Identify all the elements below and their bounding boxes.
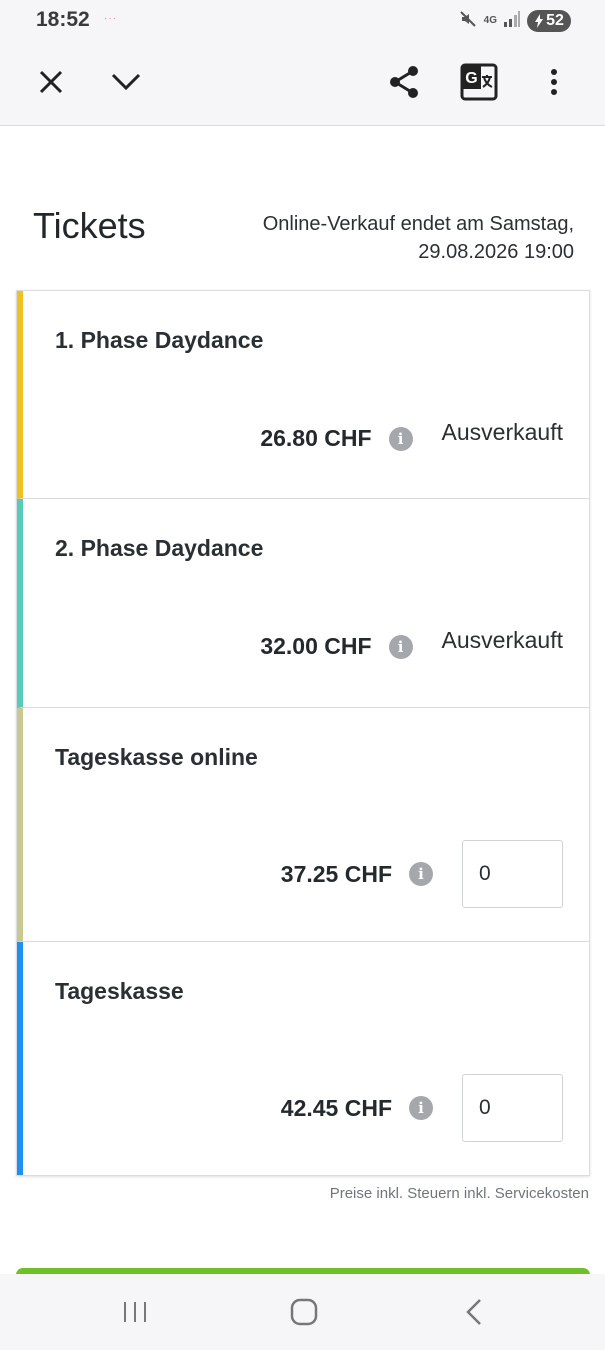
status-time: 18:52: [36, 8, 90, 31]
collapse-button[interactable]: [102, 58, 150, 106]
notification-icon: ···: [104, 13, 117, 24]
ticket-item: 2. Phase Daydance 32.00 CHF i Ausverkauf…: [17, 499, 589, 708]
info-icon[interactable]: i: [409, 1096, 433, 1120]
status-bar: 18:52 ··· 4G 52: [0, 0, 605, 40]
close-button[interactable]: [27, 58, 75, 106]
ticket-name: Tageskasse: [55, 978, 184, 1004]
quantity-input[interactable]: [462, 1074, 563, 1142]
ticket-price-row: 32.00 CHF i Ausverkauft: [260, 627, 563, 660]
ticket-price: 32.00 CHF: [260, 633, 372, 659]
ticket-list: 1. Phase Daydance 26.80 CHF i Ausverkauf…: [16, 290, 590, 1176]
page-title: Tickets: [33, 205, 146, 246]
share-button[interactable]: [380, 58, 428, 106]
mute-icon: [458, 9, 478, 34]
ticket-price: 42.45 CHF: [280, 1094, 392, 1121]
back-button[interactable]: [444, 1288, 504, 1336]
ticket-price-row: 26.80 CHF i Ausverkauft: [260, 419, 563, 452]
home-button[interactable]: [274, 1288, 334, 1336]
more-options-button[interactable]: [530, 58, 578, 106]
sold-out-label: Ausverkauft: [441, 627, 563, 653]
recent-apps-icon: [124, 1302, 146, 1322]
ticket-name: Tageskasse online: [55, 744, 258, 770]
svg-text:G: G: [465, 70, 477, 87]
sale-end-line2: 29.08.2026 19:00: [418, 241, 574, 263]
info-icon[interactable]: i: [409, 862, 433, 886]
ticket-price-row: 42.45 CHF i: [281, 1074, 563, 1142]
close-icon: [39, 70, 63, 94]
ticket-item: Tageskasse online 37.25 CHF i: [17, 708, 589, 942]
ticket-name: 2. Phase Daydance: [55, 535, 264, 561]
ticket-price-row: 37.25 CHF i: [281, 840, 563, 908]
more-vert-icon: [551, 69, 557, 95]
signal-icon: [503, 10, 521, 33]
share-icon: [390, 66, 418, 98]
home-icon: [290, 1298, 318, 1326]
translate-icon: G: [460, 63, 498, 101]
ticket-name: 1. Phase Daydance: [55, 327, 264, 353]
ticket-item: Tageskasse 42.45 CHF i: [17, 942, 589, 1175]
battery-indicator: 52: [527, 10, 571, 32]
sold-out-label: Ausverkauft: [441, 419, 563, 445]
chevron-down-icon: [111, 73, 141, 91]
ticket-price: 37.25 CHF: [280, 860, 392, 887]
back-icon: [466, 1299, 481, 1325]
charging-icon: [535, 14, 544, 28]
info-icon[interactable]: i: [388, 426, 413, 451]
translate-button[interactable]: G: [455, 58, 503, 106]
ticket-item: 1. Phase Daydance 26.80 CHF i Ausverkauf…: [17, 291, 589, 499]
sale-end-line1: Online-Verkauf endet am Samstag,: [262, 213, 574, 235]
recent-apps-button[interactable]: [105, 1288, 165, 1336]
quantity-input[interactable]: [462, 840, 563, 908]
ticket-price: 26.80 CHF: [260, 425, 372, 451]
system-nav-bar: [0, 1274, 605, 1350]
browser-toolbar: G: [0, 40, 605, 126]
price-footnote: Preise inkl. Steuern inkl. Servicekosten: [329, 1185, 589, 1202]
sale-end-notice: Online-Verkauf endet am Samstag, 29.08.2…: [234, 210, 574, 266]
network-type: 4G: [483, 15, 497, 26]
info-icon[interactable]: i: [388, 634, 413, 659]
status-icons: 4G 52: [458, 9, 571, 33]
battery-level: 52: [546, 12, 564, 29]
